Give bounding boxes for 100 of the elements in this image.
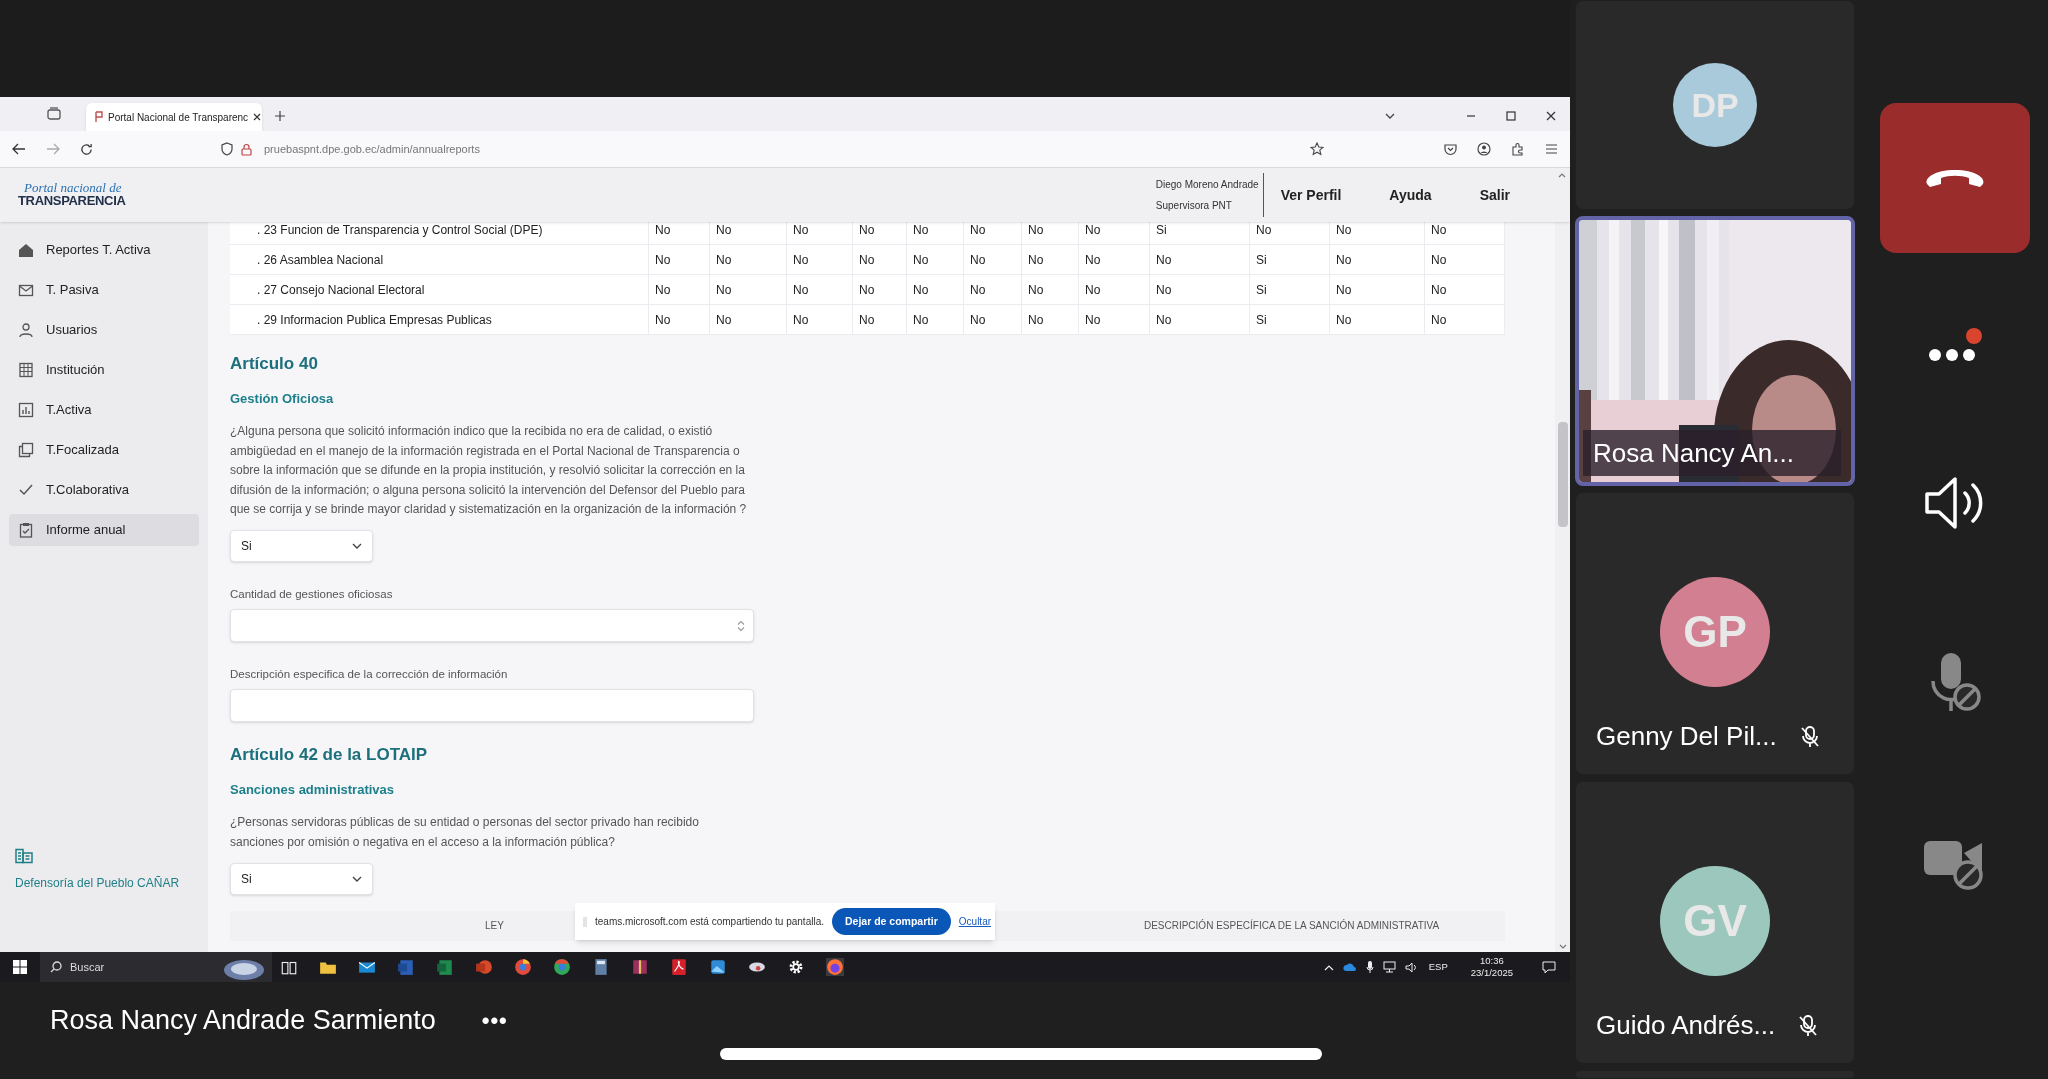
new-tab-icon[interactable]	[274, 110, 286, 122]
check-icon	[18, 482, 34, 498]
participant-tile[interactable]: GV Guido Andrés...	[1575, 781, 1855, 1064]
table-cell: No	[853, 245, 907, 274]
building-icon	[15, 848, 33, 864]
hide-link[interactable]: Ocultar	[958, 914, 992, 929]
number-field[interactable]	[230, 609, 754, 643]
participant-tile[interactable]: Rosa Nancy An...	[1575, 216, 1855, 486]
table-cell: No	[1150, 305, 1250, 334]
answer-select[interactable]: Si	[230, 529, 373, 562]
sidebar-item[interactable]: T.Focalizada	[9, 434, 199, 466]
tab-list-icon[interactable]	[46, 106, 62, 122]
address-field[interactable]: pruebaspnt.dpe.gob.ec/admin/annualreports	[264, 140, 480, 158]
chevron-down-icon	[352, 874, 362, 883]
clock-date[interactable]: 23/1/2025	[1470, 967, 1513, 979]
user-role: Supervisora PNT	[1155, 199, 1233, 213]
browser-icon[interactable]	[553, 958, 571, 976]
spreadsheet-icon[interactable]	[436, 958, 454, 976]
shield-icon	[221, 142, 233, 156]
lock-icon	[241, 142, 252, 156]
firefox-icon[interactable]	[826, 958, 844, 976]
participant-tile[interactable]: GP Genny Del Pil...	[1575, 492, 1855, 775]
settings-icon[interactable]	[787, 958, 805, 976]
sidebar-item[interactable]: Institución	[9, 354, 199, 386]
sidebar-item[interactable]: Reportes T. Activa	[9, 234, 199, 266]
close-icon[interactable]	[252, 112, 263, 122]
sidebar-item[interactable]: Informe anual	[9, 514, 199, 546]
microphone-icon[interactable]	[1365, 960, 1374, 974]
network-icon[interactable]	[1382, 961, 1396, 973]
answer-select[interactable]: Si	[230, 862, 373, 895]
table-cell: No	[710, 305, 787, 334]
user-name: Diego Moreno Andrade	[1155, 178, 1259, 192]
photos-icon[interactable]	[709, 958, 727, 976]
table-cell: Si	[1250, 245, 1330, 274]
more-options-button[interactable]: •••	[481, 1003, 508, 1037]
scrollbar-thumb[interactable]	[1557, 422, 1568, 527]
start-icon[interactable]	[13, 960, 27, 974]
extensions-icon[interactable]	[1511, 142, 1525, 156]
nav-link[interactable]: Salir	[1479, 184, 1510, 206]
menu-icon[interactable]	[1545, 143, 1558, 155]
nav-link[interactable]: Ver Perfil	[1280, 184, 1342, 206]
sidebar-item[interactable]: T. Pasiva	[9, 274, 199, 306]
chevron-up-icon[interactable]	[1323, 963, 1334, 971]
search-field[interactable]: Buscar	[40, 952, 272, 982]
scroll-up-icon[interactable]	[1558, 172, 1566, 178]
sidebar-item[interactable]: T.Activa	[9, 394, 199, 426]
grid-icon	[18, 362, 34, 378]
sidebar-item[interactable]: Usuarios	[9, 314, 199, 346]
notification-icon[interactable]	[1542, 960, 1556, 974]
table-cell: No	[853, 275, 907, 304]
browser-tab[interactable]: Portal Nacional de Transparenc	[86, 103, 262, 131]
clock-time[interactable]: 10:36	[1479, 955, 1504, 967]
scroll-down-icon[interactable]	[1558, 944, 1567, 950]
calculator-icon[interactable]	[592, 958, 610, 976]
language-indicator[interactable]: ESP	[1428, 959, 1448, 975]
tab-title: Portal Nacional de Transparenc	[108, 110, 249, 125]
section-subtitle: Gestión Oficiosa	[230, 389, 335, 408]
pdf-icon[interactable]	[670, 958, 688, 976]
back-icon[interactable]	[12, 143, 26, 155]
pocket-icon[interactable]	[1444, 142, 1457, 156]
archive-icon[interactable]	[631, 958, 649, 976]
slides-icon[interactable]	[475, 958, 493, 976]
table-cell: No	[1250, 222, 1330, 244]
participant-name: Rosa Nancy An...	[1593, 436, 1794, 470]
table-cell: No	[1022, 222, 1079, 244]
table-cell: No	[710, 245, 787, 274]
table-cell: No	[907, 222, 964, 244]
table-cell: No	[907, 275, 964, 304]
reload-icon[interactable]	[80, 142, 93, 156]
browser-icon[interactable]	[514, 958, 532, 976]
table-cell: No	[649, 275, 710, 304]
table-cell: No	[1079, 222, 1150, 244]
cloud-icon[interactable]	[1342, 962, 1357, 972]
presenter-name: Rosa Nancy Andrade Sarmiento	[50, 1004, 436, 1037]
stop-sharing-button[interactable]: Dejar de compartir	[832, 908, 951, 935]
volume-icon[interactable]	[1404, 961, 1418, 973]
section-subtitle: Sanciones administrativas	[230, 780, 395, 799]
chevron-down-icon	[352, 541, 362, 550]
user-icon	[18, 322, 34, 338]
column-header: DESCRIPCIÓN ESPECÍFICA DE LA SANCIÓN ADMINISTRATIVA	[1143, 918, 1440, 934]
table-cell: Si	[1150, 222, 1250, 244]
star-icon[interactable]	[1310, 142, 1324, 156]
table-cell: No	[1425, 275, 1505, 304]
table-cell: No	[649, 222, 710, 244]
avatar: DP	[1673, 63, 1757, 147]
nav-link[interactable]: Ayuda	[1389, 184, 1432, 206]
account-icon[interactable]	[1477, 142, 1491, 156]
input-field[interactable]	[230, 689, 754, 723]
sidebar-item[interactable]: T.Colaborativa	[9, 474, 199, 506]
question-text: ¿Alguna persona que solicitó información indico que la recibida no era de calidad, o existió ambigüedad en el manejo de la información registrada en el Portal Nacional de Transparencia o sobre la información que se difunde en la propia institución, y resolvió solicitar la corrección en la difusión de la información; o alguna persona solicitó la intervención del Defensor del Pueblo para que se corrija y se brinde mayor claridad y sistematización en la organización de la información ?	[230, 423, 748, 519]
hang-up-button[interactable]	[1879, 103, 2030, 253]
table-cell: No	[964, 222, 1022, 244]
table-cell: No	[1330, 275, 1425, 304]
table-cell: No	[1022, 305, 1079, 334]
table-cell: No	[1079, 245, 1150, 274]
document-icon[interactable]	[397, 958, 415, 976]
close-icon[interactable]	[1546, 111, 1556, 121]
table-cell: No	[710, 275, 787, 304]
table-cell: No	[787, 275, 853, 304]
maximize-icon[interactable]	[1506, 111, 1516, 121]
